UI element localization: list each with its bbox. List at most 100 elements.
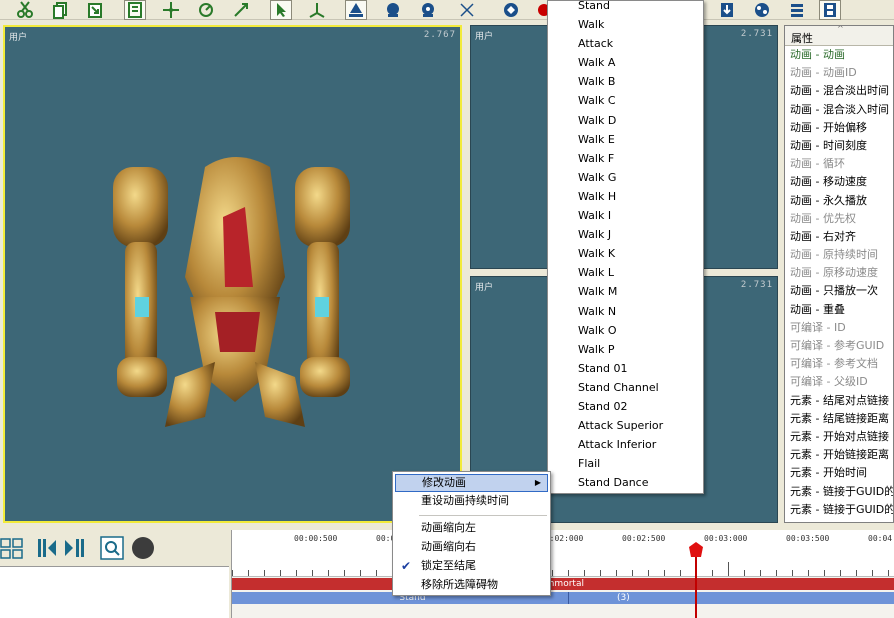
camera-c-icon[interactable] bbox=[417, 0, 439, 20]
jump-start-icon[interactable] bbox=[36, 536, 60, 560]
viewport-label: 用户 bbox=[475, 32, 494, 42]
property-row[interactable]: 可编译 - 参考文档 bbox=[785, 355, 893, 373]
property-row[interactable]: 动画 - 混合淡入时间 bbox=[785, 101, 893, 119]
animation-item[interactable]: Walk J bbox=[548, 225, 703, 244]
menu-shrink-right[interactable]: 动画缩向右 bbox=[395, 538, 548, 556]
animation-item[interactable]: Walk K bbox=[548, 244, 703, 263]
animation-item[interactable]: Walk B bbox=[548, 72, 703, 91]
viewport-main[interactable]: 用户 2.767 bbox=[3, 25, 462, 523]
scale-icon[interactable] bbox=[230, 0, 252, 20]
animation-item[interactable]: Walk G bbox=[548, 168, 703, 187]
property-row[interactable]: 动画 - 动画 bbox=[785, 46, 893, 64]
paste-icon[interactable] bbox=[84, 0, 106, 20]
time-ruler[interactable]: 00:00:50000:01:00000:01:50000:02:00000:0… bbox=[232, 530, 894, 577]
animation-item[interactable]: Walk L bbox=[548, 263, 703, 282]
property-row[interactable]: 元素 - 开始链接距离 bbox=[785, 446, 893, 464]
property-row[interactable]: 元素 - 开始时间 bbox=[785, 464, 893, 482]
property-row[interactable]: 可编译 - 参考GUID bbox=[785, 337, 893, 355]
animation-item[interactable]: Walk I bbox=[548, 206, 703, 225]
stop-icon[interactable] bbox=[131, 536, 155, 560]
animation-item[interactable]: Walk M bbox=[548, 282, 703, 301]
menu-shrink-left[interactable]: 动画缩向左 bbox=[395, 519, 548, 537]
track-list[interactable] bbox=[0, 566, 229, 618]
property-row[interactable]: 动画 - 动画ID bbox=[785, 64, 893, 82]
property-row[interactable]: 元素 - 链接于GUID的 bbox=[785, 483, 893, 501]
axis-icon[interactable] bbox=[306, 0, 328, 20]
animation-item[interactable]: Stand bbox=[548, 0, 703, 15]
animation-item[interactable]: Stand Dance bbox=[548, 473, 703, 492]
viewport-label: 用户 bbox=[475, 283, 494, 293]
menu-remove-obstacles[interactable]: 移除所选障碍物 bbox=[395, 576, 548, 594]
animation-item[interactable]: Stand 01 bbox=[548, 359, 703, 378]
jump-end-icon[interactable] bbox=[62, 536, 86, 560]
animation-item[interactable]: Attack Inferior bbox=[548, 435, 703, 454]
property-row[interactable]: 可编译 - ID bbox=[785, 319, 893, 337]
cut-icon[interactable] bbox=[14, 0, 36, 20]
property-row[interactable]: 动画 - 移动速度 bbox=[785, 173, 893, 191]
animation-item[interactable]: Walk E bbox=[548, 130, 703, 149]
menu-lock-to-end[interactable]: ✔ 锁定至结尾 bbox=[395, 557, 548, 575]
property-row[interactable]: 动画 - 原持续时间 bbox=[785, 246, 893, 264]
animation-item[interactable]: Attack bbox=[548, 34, 703, 53]
property-row[interactable]: 元素 - 结尾对点链接 bbox=[785, 392, 893, 410]
playhead-handle[interactable] bbox=[687, 541, 705, 559]
property-row[interactable]: 动画 - 混合淡出时间 bbox=[785, 82, 893, 100]
animation-item[interactable]: Walk O bbox=[548, 321, 703, 340]
animation-item[interactable]: Walk P bbox=[548, 340, 703, 359]
property-row[interactable]: 动画 - 时间刻度 bbox=[785, 137, 893, 155]
download-icon[interactable] bbox=[716, 0, 738, 20]
tick-mark bbox=[360, 570, 361, 576]
fx-icon[interactable] bbox=[500, 0, 522, 20]
properties-header[interactable]: 属性 ^ bbox=[785, 26, 893, 46]
effects-icon[interactable] bbox=[751, 0, 773, 20]
animation-item[interactable]: Stand 02 bbox=[548, 397, 703, 416]
track-stand[interactable]: Stand (3) bbox=[232, 592, 894, 604]
rotate-icon[interactable] bbox=[195, 0, 217, 20]
animation-item[interactable]: Stand Channel bbox=[548, 378, 703, 397]
animation-item[interactable]: Walk F bbox=[548, 149, 703, 168]
timeline[interactable]: 00:00:50000:01:00000:01:50000:02:00000:0… bbox=[231, 530, 894, 618]
property-row[interactable]: 元素 - 开始对点链接 bbox=[785, 428, 893, 446]
animation-item[interactable]: Flail bbox=[548, 454, 703, 473]
menu-modify-animation[interactable]: 修改动画 ▶ bbox=[395, 474, 548, 492]
tick-label: 00:03:500 bbox=[786, 534, 830, 543]
property-row[interactable]: 动画 - 开始偏移 bbox=[785, 119, 893, 137]
animation-item[interactable]: Walk A bbox=[548, 53, 703, 72]
property-row[interactable]: 动画 - 重叠 bbox=[785, 301, 893, 319]
move-icon[interactable] bbox=[160, 0, 182, 20]
film-icon[interactable] bbox=[819, 0, 841, 20]
animation-item[interactable]: Walk H bbox=[548, 187, 703, 206]
property-row[interactable]: 元素 - 结尾链接距离 bbox=[785, 410, 893, 428]
property-row[interactable]: 动画 - 右对齐 bbox=[785, 228, 893, 246]
property-row[interactable]: 动画 - 优先权 bbox=[785, 210, 893, 228]
animation-item[interactable]: Walk D bbox=[548, 111, 703, 130]
property-row[interactable]: 动画 - 永久播放 bbox=[785, 192, 893, 210]
animation-item[interactable]: Walk N bbox=[548, 302, 703, 321]
main-toolbar bbox=[0, 0, 894, 20]
track-immortal[interactable]: Immortal bbox=[232, 578, 894, 590]
animation-item[interactable]: Walk bbox=[548, 15, 703, 34]
property-row[interactable]: 动画 - 原移动速度 bbox=[785, 264, 893, 282]
tracks-toggle-icon[interactable] bbox=[0, 536, 24, 560]
bone-icon[interactable] bbox=[456, 0, 478, 20]
unit-model[interactable] bbox=[95, 147, 395, 447]
property-row[interactable]: 动画 - 循环 bbox=[785, 155, 893, 173]
list-icon[interactable] bbox=[786, 0, 808, 20]
camera-a-icon[interactable] bbox=[345, 0, 367, 20]
frame-icon[interactable] bbox=[124, 0, 146, 20]
select-arrow-icon[interactable] bbox=[270, 0, 292, 20]
animation-item[interactable]: Attack Superior bbox=[548, 416, 703, 435]
zoom-icon[interactable] bbox=[100, 536, 124, 560]
animation-item[interactable]: Walk C bbox=[548, 91, 703, 110]
property-row[interactable]: 元素 - 链接于GUID的 bbox=[785, 501, 893, 519]
menu-label: 修改动画 bbox=[422, 476, 466, 489]
camera-b-icon[interactable] bbox=[382, 0, 404, 20]
menu-reset-duration[interactable]: 重设动画持续时间 bbox=[395, 492, 548, 510]
tick-mark bbox=[712, 570, 713, 576]
tick-mark bbox=[760, 570, 761, 576]
property-row[interactable]: 动画 - 只播放一次 bbox=[785, 282, 893, 300]
copy-icon[interactable] bbox=[50, 0, 72, 20]
tick-mark bbox=[680, 570, 681, 576]
submenu-arrow-icon: ▶ bbox=[534, 478, 541, 487]
property-row[interactable]: 可编译 - 父级ID bbox=[785, 373, 893, 391]
